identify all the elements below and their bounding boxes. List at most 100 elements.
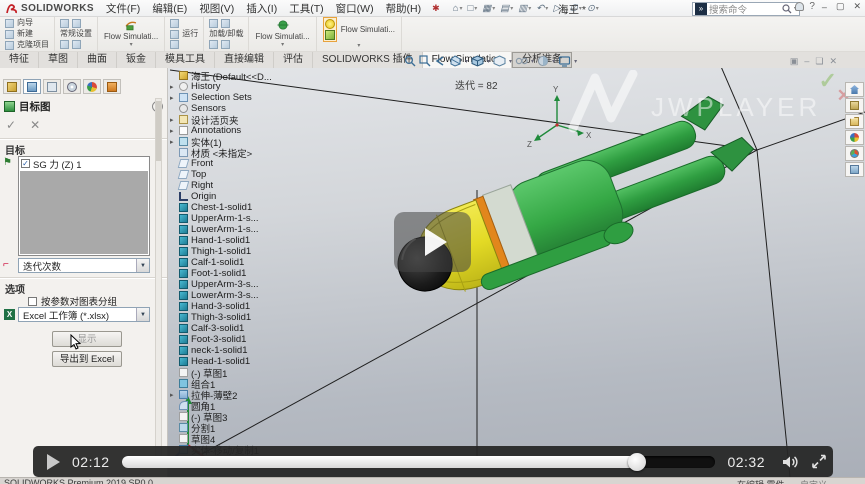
tree-item[interactable]: ▸ 材质 <未指定>: [170, 147, 340, 158]
dropdown-arrow-icon[interactable]: ▾: [465, 58, 468, 65]
search-input[interactable]: 搜索命令: [709, 2, 780, 16]
quick-access-icon[interactable]: □▾: [465, 3, 479, 14]
tree-item[interactable]: ▸ Selection Sets: [170, 92, 340, 103]
dropdown-arrow-icon[interactable]: ▼: [136, 308, 149, 321]
command-search-box[interactable]: » 搜索命令 ▾: [692, 2, 800, 16]
fullscreen-icon[interactable]: [811, 454, 827, 469]
command-tab[interactable]: 直接编辑: [215, 52, 274, 68]
settings-icon-4[interactable]: [72, 40, 81, 49]
dropdown-arrow-icon[interactable]: ▾: [509, 58, 512, 65]
plot-icon[interactable]: [221, 40, 230, 49]
tree-item[interactable]: ▸ LowerArm-3-s...: [170, 290, 340, 301]
quick-access-icon[interactable]: ⊙▾: [585, 3, 601, 14]
command-tab[interactable]: 模具工具: [156, 52, 215, 68]
mesh-icon[interactable]: [209, 40, 218, 49]
command-tab[interactable]: 特征: [0, 52, 39, 68]
quick-access-icon[interactable]: ▥▾: [516, 3, 533, 14]
export-format-dropdown[interactable]: Excel 工作簿 (*.xlsx) ▼: [18, 307, 150, 322]
expand-arrow-icon[interactable]: ▸: [170, 94, 179, 102]
flow-simulation-dropdown-2[interactable]: Flow Simulati... ▾: [249, 17, 316, 51]
tree-item[interactable]: ▸ Thigh-1-solid1: [170, 246, 340, 257]
restore-button[interactable]: ▢: [834, 1, 847, 12]
expand-arrow-icon[interactable]: ▸: [170, 127, 179, 135]
tree-item[interactable]: ▸ Foot-3-solid1: [170, 334, 340, 345]
tree-item[interactable]: ▸ Calf-1-solid1: [170, 257, 340, 268]
tree-item[interactable]: ▸ Right: [170, 180, 340, 191]
export-to-excel-button[interactable]: 导出到 Excel: [52, 351, 122, 367]
command-tab[interactable]: 评估: [274, 52, 313, 68]
quick-access-icon[interactable]: ▦▾: [480, 3, 497, 14]
panel-scrollbar[interactable]: [155, 98, 162, 467]
video-play-button[interactable]: [47, 454, 60, 470]
dropdown-arrow-icon[interactable]: ▾: [552, 58, 555, 65]
goal-checkbox[interactable]: ✓: [21, 159, 30, 168]
flow-simulation-dropdown-1[interactable]: Flow Simulati... ▾: [98, 17, 165, 51]
menu-item[interactable]: 视图(V): [193, 0, 240, 17]
goal-list[interactable]: ✓ SG 力 (Z) 1: [18, 156, 150, 256]
results-icon[interactable]: [209, 19, 218, 28]
dimxpert-tab[interactable]: [63, 79, 81, 94]
run-button[interactable]: 运行: [170, 29, 198, 39]
quick-access-icon[interactable]: ↶▾: [534, 3, 550, 14]
solve-icon[interactable]: [170, 19, 179, 28]
minimize-button[interactable]: –: [820, 2, 829, 12]
dropdown-arrow-icon[interactable]: ▾: [574, 58, 577, 65]
section-view-icon[interactable]: [449, 55, 462, 67]
tree-item[interactable]: ▸ LowerArm-1-s...: [170, 224, 340, 235]
tree-item[interactable]: ▸ Hand-3-solid1: [170, 301, 340, 312]
features-tab[interactable]: [3, 79, 21, 94]
confirm-ok-icon[interactable]: ✓: [819, 68, 837, 94]
previous-view-icon[interactable]: [434, 55, 446, 67]
human-body-model[interactable]: [380, 88, 768, 319]
task-pane-button[interactable]: [845, 82, 864, 97]
quick-access-icon[interactable]: ▤▾: [498, 3, 515, 14]
doc-close-button[interactable]: ✕: [829, 56, 837, 67]
tree-item[interactable]: ▸ Front: [170, 158, 340, 169]
tree-item[interactable]: ▸ Hand-1-solid1: [170, 235, 340, 246]
command-tab[interactable]: 钣金: [117, 52, 156, 68]
tree-item[interactable]: ▸ Thigh-3-solid1: [170, 312, 340, 323]
menu-item[interactable]: 文件(F): [100, 0, 146, 17]
tree-item[interactable]: ▸ Chest-1-solid1: [170, 202, 340, 213]
appearances-tab[interactable]: [83, 79, 101, 94]
scrollbar-thumb[interactable]: [156, 101, 161, 161]
goals-section-header[interactable]: 目标 ⌃: [5, 142, 162, 157]
status-custom[interactable]: 自定义: [800, 478, 827, 484]
tools-icon[interactable]: [221, 19, 230, 28]
task-pane-button[interactable]: [845, 114, 864, 129]
task-pane-button[interactable]: [845, 98, 864, 113]
pin-icon[interactable]: ✱: [427, 3, 445, 14]
lighting-toggle[interactable]: [323, 17, 337, 42]
search-icon[interactable]: [782, 4, 792, 14]
display-style-icon[interactable]: [493, 55, 506, 67]
zoom-fit-icon[interactable]: [404, 55, 416, 67]
dropdown-arrow-icon[interactable]: ▾: [487, 58, 490, 65]
volume-icon[interactable]: [781, 454, 799, 470]
video-progress-track[interactable]: [122, 456, 716, 468]
user-icon[interactable]: [795, 2, 804, 11]
doc-restore-button[interactable]: ❏: [815, 56, 823, 67]
property-manager-tab[interactable]: [23, 79, 41, 94]
appearances-icon[interactable]: [537, 55, 549, 67]
batch-icon[interactable]: [170, 40, 179, 49]
task-pane-button[interactable]: [845, 146, 864, 161]
tree-item[interactable]: ▸ UpperArm-3-s...: [170, 279, 340, 290]
goal-list-item[interactable]: ✓ SG 力 (Z) 1: [19, 157, 149, 170]
view-settings-icon[interactable]: [558, 55, 571, 67]
group-by-parameter-row[interactable]: 按参数对图表分组: [28, 294, 117, 308]
expand-arrow-icon[interactable]: ▸: [170, 391, 179, 399]
command-tab[interactable]: 草图: [39, 52, 78, 68]
menu-item[interactable]: 插入(I): [240, 0, 283, 17]
tree-item[interactable]: ▸ Origin: [170, 191, 340, 202]
group-by-parameter-checkbox[interactable]: [28, 297, 37, 306]
menu-item[interactable]: 编辑(E): [146, 0, 193, 17]
settings-icon-3[interactable]: [60, 40, 69, 49]
menu-item[interactable]: 帮助(H): [380, 0, 428, 17]
video-play-overlay[interactable]: [394, 212, 471, 272]
tree-item[interactable]: ▸ Foot-1-solid1: [170, 268, 340, 279]
configurations-tab[interactable]: [43, 79, 61, 94]
ok-button[interactable]: ✓: [6, 118, 16, 132]
zoom-area-icon[interactable]: [419, 55, 431, 67]
video-progress-knob[interactable]: [628, 453, 646, 471]
wizard-button[interactable]: 向导: [5, 18, 49, 28]
